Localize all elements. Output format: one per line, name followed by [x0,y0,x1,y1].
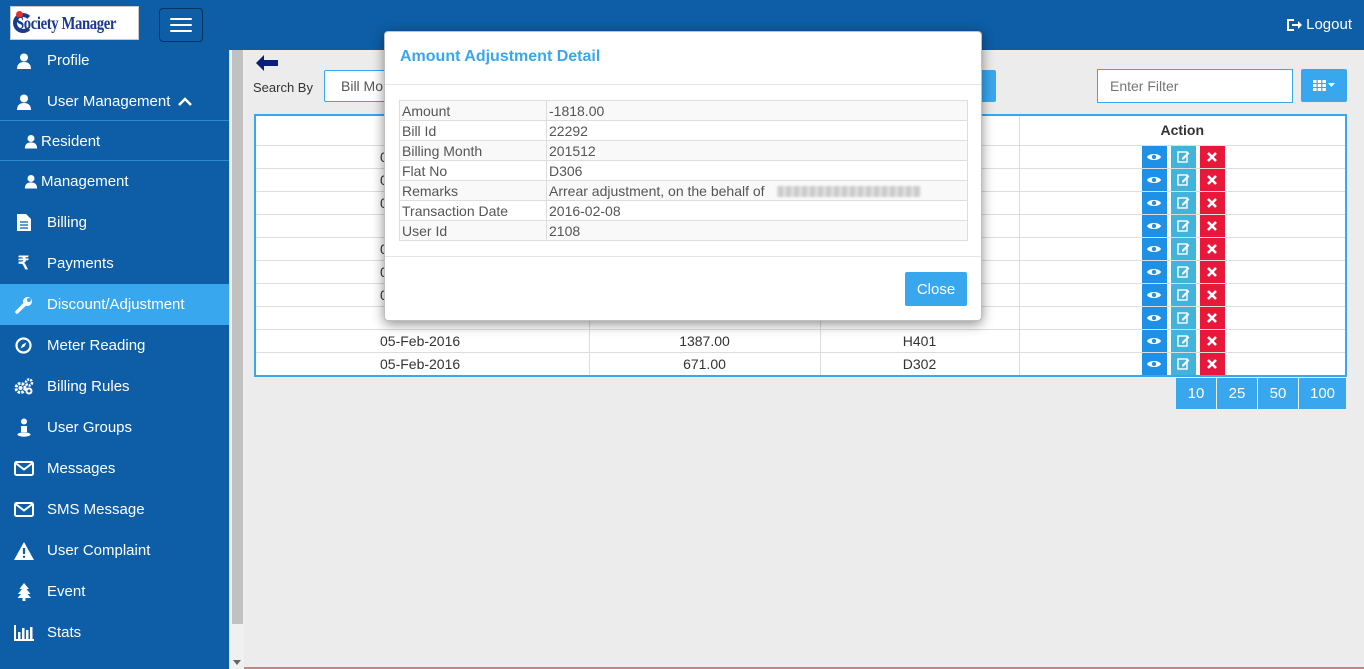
detail-value: 2108 [546,220,968,241]
detail-key: Flat No [399,160,547,181]
detail-row-transaction-date: Transaction Date 2016-02-08 [399,200,968,221]
detail-key: Amount [399,100,547,121]
redacted-phone-number [776,186,921,198]
detail-row-billing-month: Billing Month 201512 [399,140,968,161]
close-button[interactable]: Close [905,272,967,306]
detail-row-bill-id: Bill Id 22292 [399,120,968,141]
amount-adjustment-modal: Amount Adjustment Detail Amount -1818.00… [384,31,982,321]
modal-body: Amount -1818.00 Bill Id 22292 Billing Mo… [385,85,981,256]
detail-value: 201512 [546,140,968,161]
detail-row-flat-no: Flat No D306 [399,160,968,181]
detail-key: Billing Month [399,140,547,161]
modal-footer: Close [385,256,981,321]
modal-title: Amount Adjustment Detail [400,48,601,65]
detail-row-remarks: Remarks Arrear adjustment, on the behalf… [399,180,968,201]
detail-key: User Id [399,220,547,241]
modal-header: Amount Adjustment Detail [385,32,981,85]
detail-row-amount: Amount -1818.00 [399,100,968,121]
detail-value: D306 [546,160,968,181]
detail-key: Transaction Date [399,200,547,221]
detail-key: Bill Id [399,120,547,141]
detail-value: 2016-02-08 [546,200,968,221]
detail-row-user-id: User Id 2108 [399,220,968,241]
remarks-text: Arrear adjustment, on the behalf of [549,182,765,199]
detail-key: Remarks [399,180,547,201]
detail-value: -1818.00 [546,100,968,121]
detail-value: 22292 [546,120,968,141]
detail-table: Amount -1818.00 Bill Id 22292 Billing Mo… [399,100,968,241]
detail-value-remarks: Arrear adjustment, on the behalf of [546,180,968,201]
